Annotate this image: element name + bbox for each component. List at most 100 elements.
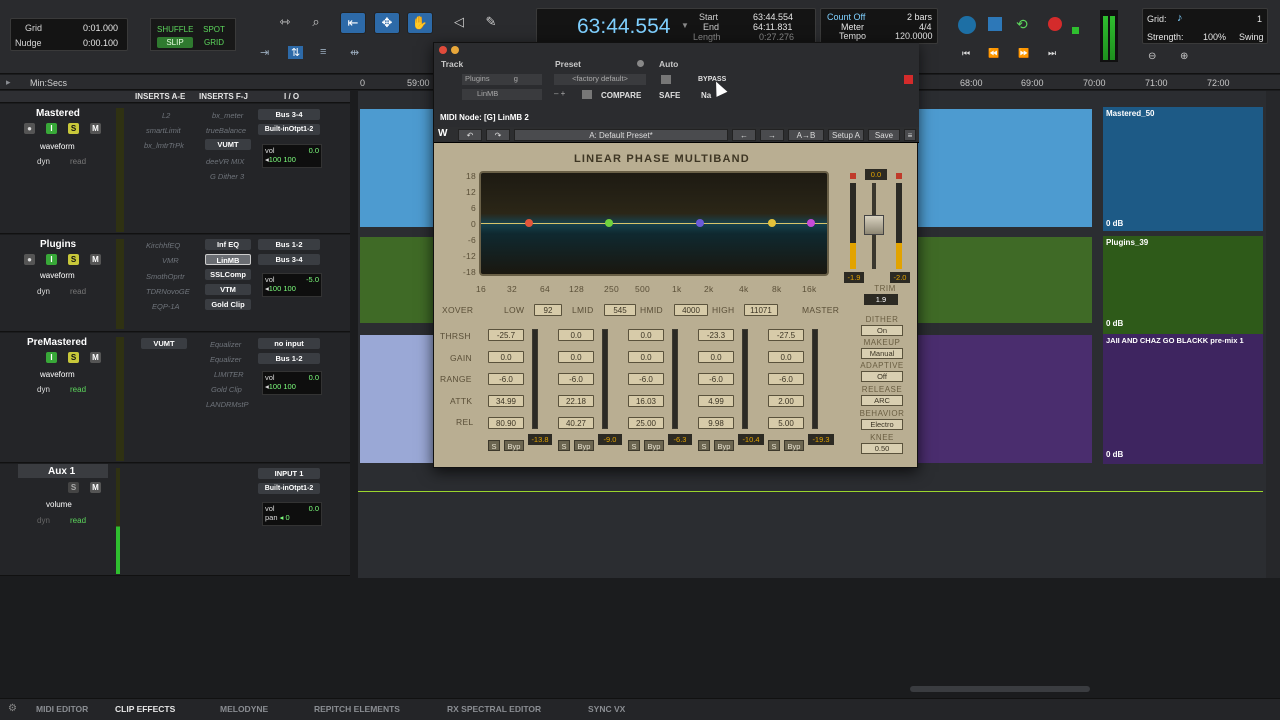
link-select-icon[interactable]: ⇅ <box>288 46 304 59</box>
count-off-label[interactable]: Count Off <box>827 12 865 22</box>
band5-range[interactable]: -6.0 <box>768 373 804 385</box>
band4-attk[interactable]: 4.99 <box>698 395 734 407</box>
input-monitor-button[interactable]: I <box>46 254 57 265</box>
slip-mode-button[interactable]: SLIP <box>157 37 193 48</box>
track-header-mastered[interactable]: Mastered ● I S M waveform dyn read L2 sm… <box>0 104 350 234</box>
band1-gain[interactable]: 0.0 <box>488 351 524 363</box>
insert-slot[interactable]: bx_meter <box>212 111 243 120</box>
track-name[interactable]: Plugins <box>40 239 76 250</box>
automation-mode[interactable]: read <box>70 516 86 525</box>
xover-lmid-value[interactable]: 545 <box>604 304 636 316</box>
solo-button[interactable]: S <box>68 123 79 134</box>
save-button[interactable]: Save <box>868 129 900 141</box>
band2-range[interactable]: -6.0 <box>558 373 594 385</box>
grid-value[interactable]: 0:01.000 <box>83 23 118 33</box>
clip-premastered-middle[interactable] <box>918 335 1092 463</box>
tab-melodyne[interactable]: MELODYNE <box>220 704 268 714</box>
waves-logo-icon[interactable]: W <box>438 128 447 139</box>
insert-slot[interactable]: VMR <box>162 256 179 265</box>
safe-button[interactable]: SAFE <box>659 91 680 100</box>
strength-value[interactable]: 100% <box>1203 32 1226 42</box>
band2-bypass-button[interactable]: Byp <box>574 440 594 451</box>
nudge-value[interactable]: 0:00.100 <box>83 38 118 48</box>
dither-button[interactable]: On <box>861 325 903 336</box>
band3-range[interactable]: -6.0 <box>628 373 664 385</box>
clip-mastered[interactable]: Mastered_50 0 dB <box>1103 107 1263 231</box>
band3-bypass-button[interactable]: Byp <box>644 440 664 451</box>
loop-play-icon[interactable]: ⟲ <box>1016 16 1028 33</box>
ab-compare-button[interactable]: A→B <box>788 129 824 141</box>
clip-gain[interactable]: 0 dB <box>1106 319 1123 328</box>
clip-plugins[interactable]: Plugins_39 0 dB <box>1103 236 1263 334</box>
librarian-menu[interactable]: <factory default> <box>554 74 646 85</box>
band5-solo-button[interactable]: S <box>768 440 780 451</box>
mute-button[interactable]: M <box>90 482 101 493</box>
pan-value[interactable]: 0 <box>285 513 289 522</box>
aux-volume-line[interactable] <box>358 491 1263 492</box>
volume-pan-display[interactable]: vol 0.0 pan ◂ 0 <box>262 502 322 526</box>
automation-mode[interactable]: read <box>70 157 86 166</box>
dyn-label[interactable]: dyn <box>37 385 50 394</box>
tab-sync-vx[interactable]: SYNC VX <box>588 704 625 714</box>
mute-button[interactable]: M <box>90 254 101 265</box>
insert-slot[interactable]: G Dither 3 <box>210 172 244 181</box>
band3-solo-button[interactable]: S <box>628 440 640 451</box>
solo-button[interactable]: S <box>68 482 79 493</box>
pan-left-value[interactable]: 100 <box>269 382 282 391</box>
undo-icon[interactable]: ↶ <box>458 129 482 141</box>
insert-slot[interactable]: EQP-1A <box>152 302 180 311</box>
volume-value[interactable]: 0.0 <box>309 504 319 513</box>
band1-rel[interactable]: 80.90 <box>488 417 524 429</box>
insert-slot-selected[interactable]: LinMB <box>205 254 251 265</box>
track-name[interactable]: Mastered <box>36 108 80 119</box>
insert-slot[interactable]: bx_lmtrTrPk <box>144 141 184 150</box>
band-master-handle[interactable] <box>807 219 815 227</box>
insert-select[interactable]: LinMB <box>462 89 542 100</box>
release-button[interactable]: ARC <box>861 395 903 406</box>
inserts-fj-header[interactable]: INSERTS F-J <box>199 92 248 101</box>
window-minimize-icon[interactable] <box>451 46 459 54</box>
record-enable-button[interactable]: ● <box>24 254 35 265</box>
preset-next-icon[interactable]: → <box>760 129 784 141</box>
input-monitor-button[interactable]: I <box>46 352 57 363</box>
band5-attk[interactable]: 2.00 <box>768 395 804 407</box>
tab-rx-spectral-editor[interactable]: RX SPECTRAL EDITOR <box>447 704 541 714</box>
band1-thrsh[interactable]: -25.7 <box>488 329 524 341</box>
input-select[interactable]: Bus 1-2 <box>258 353 320 364</box>
solo-button[interactable]: S <box>68 352 79 363</box>
band1-attk[interactable]: 34.99 <box>488 395 524 407</box>
adaptive-button[interactable]: Off <box>861 371 903 382</box>
output-select[interactable]: Bus 1-2 <box>258 239 320 250</box>
selector-tool-icon[interactable]: ✥ <box>374 12 400 34</box>
io-header[interactable]: I / O <box>284 92 299 101</box>
pan-right-value[interactable]: 100 <box>283 155 296 164</box>
dyn-label[interactable]: dyn <box>37 287 50 296</box>
band-lmid-handle[interactable] <box>605 219 613 227</box>
solo-button[interactable]: S <box>68 254 79 265</box>
output-select[interactable]: INPUT 1 <box>258 468 320 479</box>
waves-preset-menu[interactable]: A: Default Preset* <box>514 129 728 141</box>
copy-settings-icon[interactable] <box>582 90 592 99</box>
window-close-icon[interactable] <box>439 46 447 54</box>
insert-slot[interactable]: trueBalance <box>206 126 246 135</box>
band3-attk[interactable]: 16.03 <box>628 395 664 407</box>
preset-prev-icon[interactable]: ← <box>732 129 756 141</box>
input-select[interactable]: Built-inOtpt1-2 <box>258 483 320 494</box>
clip-mastered-left[interactable] <box>360 109 435 227</box>
insert-slot[interactable]: LIMITER <box>214 370 244 379</box>
main-counter[interactable]: 63:44.554 <box>577 15 670 39</box>
band4-rel[interactable]: 9.98 <box>698 417 734 429</box>
insert-slot[interactable]: SmothOprtr <box>146 272 185 281</box>
automation-mode[interactable]: read <box>70 287 86 296</box>
clip-mastered-middle[interactable] <box>918 109 1092 227</box>
rewind-icon[interactable]: ⏪ <box>988 48 999 59</box>
insert-slot[interactable]: Gold Clip <box>205 299 251 310</box>
clip-gain[interactable]: 0 dB <box>1106 450 1123 459</box>
note-icon[interactable]: ♪ <box>1177 12 1183 24</box>
insert-slot[interactable]: Equalizer <box>210 340 241 349</box>
input-monitor-button[interactable]: I <box>46 123 57 134</box>
band5-rel[interactable]: 5.00 <box>768 417 804 429</box>
pencil-tool-icon[interactable]: ✎ <box>478 12 504 34</box>
shuffle-mode-button[interactable]: SHUFFLE <box>157 24 193 35</box>
clip-premastered[interactable]: JAII AND CHAZ GO BLACKK pre-mix 1 0 dB <box>1103 334 1263 464</box>
